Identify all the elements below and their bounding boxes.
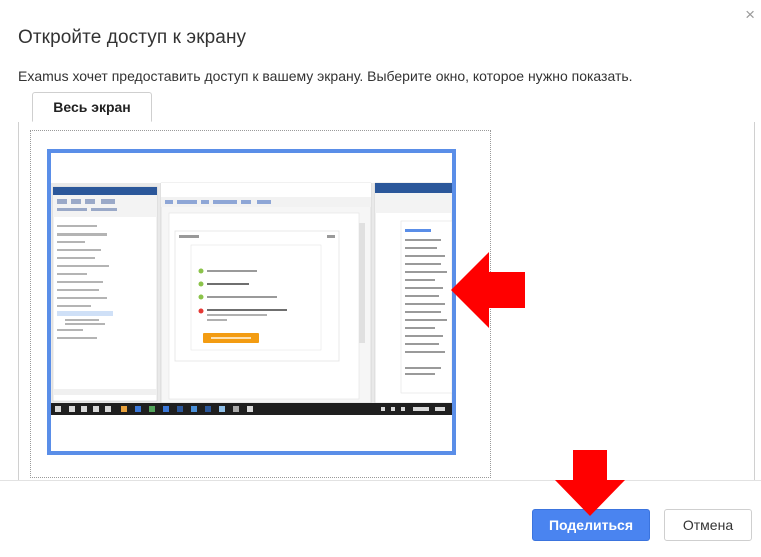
- dialog-footer: Поделиться Отмена: [0, 480, 761, 557]
- source-panel: [18, 122, 755, 480]
- dialog-title: Откройте доступ к экрану: [18, 27, 247, 48]
- right-arrow-annotation: [451, 252, 525, 328]
- tab-entire-screen[interactable]: Весь экран: [32, 92, 152, 122]
- screen-thumbnail-image: [51, 153, 452, 451]
- screen-source-tile[interactable]: [30, 130, 491, 478]
- screen-thumbnail[interactable]: [47, 149, 456, 455]
- cancel-button[interactable]: Отмена: [664, 509, 752, 541]
- down-arrow-annotation: [555, 450, 625, 516]
- dialog-subtitle: Examus хочет предоставить доступ к вашем…: [18, 68, 633, 84]
- source-tabs: Весь экран: [18, 92, 755, 123]
- close-icon[interactable]: ×: [745, 6, 755, 23]
- screen-share-dialog: Откройте доступ к экрану × Examus хочет …: [0, 0, 761, 557]
